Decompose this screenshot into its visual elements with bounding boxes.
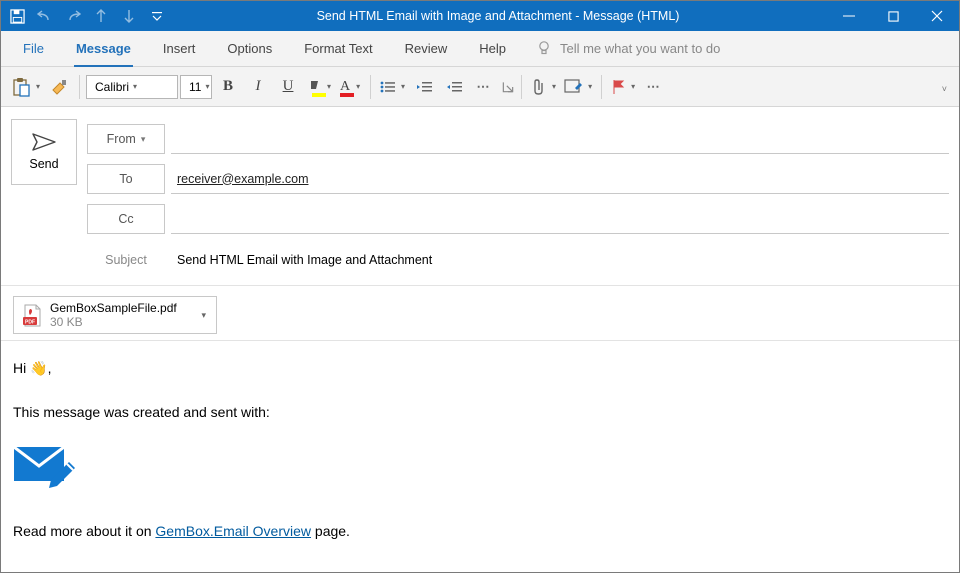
chevron-down-icon: ▾ — [397, 82, 405, 91]
highlight-button[interactable]: ▾ — [304, 73, 334, 101]
attachments-area: PDF GemBoxSampleFile.pdf 30 KB ▾ — [1, 286, 959, 341]
ribbon-tabs: File Message Insert Options Format Text … — [1, 31, 959, 67]
follow-up-button[interactable]: ▾ — [608, 73, 638, 101]
message-header: Send From▾ To receiver@example.com Cc Su… — [1, 107, 959, 286]
tab-options[interactable]: Options — [211, 30, 288, 66]
subject-label: Subject — [87, 253, 165, 267]
chevron-down-icon: ▾ — [129, 82, 137, 91]
from-button[interactable]: From▾ — [87, 124, 165, 154]
body-line-intro: This message was created and sent with: — [13, 403, 947, 423]
chevron-down-icon: ▾ — [627, 82, 635, 91]
tab-message[interactable]: Message — [60, 30, 147, 66]
body-line-greeting: Hi 👋, — [13, 359, 947, 379]
dialog-launcher-icon[interactable] — [501, 80, 515, 94]
message-body[interactable]: Hi 👋, This message was created and sent … — [1, 341, 959, 584]
wave-emoji-icon: 👋 — [30, 360, 47, 376]
attach-file-button[interactable]: ▾ — [528, 73, 559, 101]
to-button[interactable]: To — [87, 164, 165, 194]
send-label: Send — [29, 157, 58, 171]
email-logo-icon — [13, 446, 947, 498]
maximize-button[interactable] — [871, 1, 915, 31]
bullets-button[interactable]: ▾ — [377, 73, 408, 101]
chevron-down-icon: ▾ — [548, 82, 556, 91]
tab-review[interactable]: Review — [389, 30, 464, 66]
body-line-readmore: Read more about it on GemBox.Email Overv… — [13, 522, 947, 542]
cc-button[interactable]: Cc — [87, 204, 165, 234]
next-icon[interactable] — [117, 4, 141, 28]
chevron-down-icon: ▾ — [584, 82, 592, 91]
collapse-ribbon-icon[interactable]: ˅ — [942, 84, 947, 94]
decrease-indent-button[interactable] — [410, 73, 438, 101]
send-button[interactable]: Send — [11, 119, 77, 185]
bold-button[interactable]: B — [214, 73, 242, 101]
attachment-name: GemBoxSampleFile.pdf — [50, 301, 177, 315]
italic-button[interactable]: I — [244, 73, 272, 101]
pdf-icon: PDF — [22, 304, 42, 326]
recipient-chip[interactable]: receiver@example.com — [177, 172, 308, 186]
increase-indent-button[interactable] — [440, 73, 468, 101]
more-formatting-button[interactable]: ⋯ — [470, 73, 498, 101]
chevron-down-icon: ▾ — [352, 82, 360, 91]
more-commands-button[interactable]: ⋯ — [640, 73, 668, 101]
font-color-button[interactable]: A ▾ — [336, 73, 364, 101]
font-name-select[interactable]: Calibri▾ — [86, 75, 178, 99]
previous-icon[interactable] — [89, 4, 113, 28]
chevron-down-icon: ▾ — [32, 82, 40, 91]
attachment-item[interactable]: PDF GemBoxSampleFile.pdf 30 KB ▾ — [13, 296, 217, 334]
customize-qat-icon[interactable] — [145, 4, 169, 28]
subject-field[interactable]: Send HTML Email with Image and Attachmen… — [171, 245, 949, 275]
send-icon — [32, 133, 56, 151]
paste-button[interactable]: ▾ — [9, 73, 43, 101]
to-field[interactable]: receiver@example.com — [171, 164, 949, 194]
format-painter-button[interactable] — [45, 73, 73, 101]
undo-icon[interactable] — [33, 4, 57, 28]
tab-help[interactable]: Help — [463, 30, 522, 66]
from-field[interactable] — [171, 124, 949, 154]
minimize-button[interactable] — [827, 1, 871, 31]
attachment-size: 30 KB — [50, 315, 177, 329]
svg-text:PDF: PDF — [25, 320, 35, 326]
tab-file[interactable]: File — [7, 30, 60, 66]
underline-button[interactable]: U — [274, 73, 302, 101]
ribbon: ▾ Calibri▾ 11▾ B I U ▾ A ▾ ▾ ⋯ ▾ ▾ ▾ ⋯ ˅ — [1, 67, 959, 107]
title-bar: Send HTML Email with Image and Attachmen… — [1, 1, 959, 31]
chevron-down-icon[interactable]: ▾ — [201, 310, 206, 321]
signature-button[interactable]: ▾ — [561, 73, 595, 101]
gembox-link[interactable]: GemBox.Email Overview — [155, 523, 311, 539]
lightbulb-icon — [536, 40, 552, 56]
tell-me-placeholder: Tell me what you want to do — [560, 41, 720, 56]
tab-insert[interactable]: Insert — [147, 30, 212, 66]
tab-format-text[interactable]: Format Text — [288, 30, 388, 66]
font-size-select[interactable]: 11▾ — [180, 75, 212, 99]
tell-me-search[interactable]: Tell me what you want to do — [536, 30, 720, 66]
chevron-down-icon: ▾ — [323, 82, 331, 91]
window-title: Send HTML Email with Image and Attachmen… — [169, 9, 827, 23]
cc-field[interactable] — [171, 204, 949, 234]
chevron-down-icon: ▾ — [201, 82, 209, 91]
redo-icon[interactable] — [61, 4, 85, 28]
close-button[interactable] — [915, 1, 959, 31]
save-icon[interactable] — [5, 4, 29, 28]
